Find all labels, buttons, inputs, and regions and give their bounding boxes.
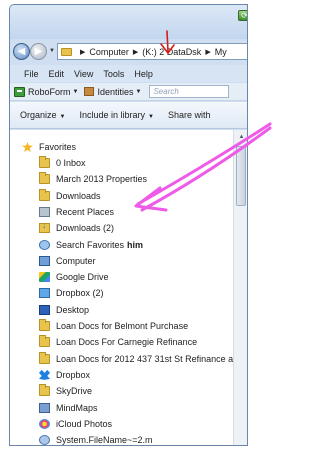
nav-item[interactable]: Google Drive bbox=[39, 269, 109, 285]
nav-item[interactable]: Loan Docs for Belmont Purchase bbox=[39, 318, 188, 334]
chevron-down-icon[interactable]: ▼ bbox=[73, 89, 79, 95]
nav-item-tag: him bbox=[127, 239, 144, 250]
share-with-button[interactable]: Share with bbox=[168, 110, 211, 120]
nav-item[interactable]: Loan Docs For Carnegie Refinance bbox=[39, 334, 197, 350]
search-icon bbox=[39, 435, 50, 445]
nav-item[interactable]: Recent Places bbox=[39, 204, 114, 220]
menu-bar: File Edit View Tools Help bbox=[10, 65, 247, 82]
star-icon bbox=[22, 142, 33, 152]
breadcrumb-computer[interactable]: Computer bbox=[89, 47, 129, 57]
dropbox-icon bbox=[39, 369, 50, 380]
folder-icon bbox=[39, 335, 50, 348]
nav-item-label: Downloads bbox=[56, 190, 101, 201]
nav-item-label: SkyDrive bbox=[56, 386, 93, 397]
nav-item-label: Desktop bbox=[56, 304, 90, 315]
organize-button[interactable]: Organize ▼ bbox=[20, 110, 65, 120]
identities-button[interactable]: Identities bbox=[97, 87, 133, 97]
scrollbar-thumb[interactable] bbox=[236, 146, 246, 206]
nav-item-label: Computer bbox=[56, 255, 96, 266]
breadcrumb-my[interactable]: My bbox=[215, 47, 227, 57]
dropbox-icon bbox=[39, 288, 50, 299]
nav-item-label: Loan Docs for Belmont Purchase bbox=[56, 321, 189, 331]
identities-icon bbox=[84, 87, 95, 96]
folder-icon bbox=[39, 172, 50, 185]
nav-item[interactable]: Downloads (2) bbox=[39, 220, 114, 236]
organize-label: Organize bbox=[20, 110, 57, 120]
nav-item[interactable]: 0 Inbox bbox=[39, 155, 86, 171]
menu-view[interactable]: View bbox=[74, 69, 93, 79]
forward-button[interactable]: ▶ bbox=[30, 43, 47, 60]
chevron-right-icon[interactable]: ▶ bbox=[205, 48, 210, 56]
desktop-icon bbox=[39, 304, 50, 315]
nav-item-label: Dropbox (2) bbox=[56, 288, 104, 299]
nav-item[interactable]: SkyDrive bbox=[39, 383, 92, 399]
scroll-up-arrow-icon[interactable]: ▲ bbox=[236, 130, 247, 144]
downloads-icon bbox=[39, 221, 50, 234]
nav-item-label: System.FileName~=2.m bbox=[56, 435, 153, 446]
nav-item-label: Google Drive bbox=[56, 272, 109, 283]
folder-icon bbox=[61, 47, 72, 56]
back-button[interactable]: ◀ bbox=[13, 43, 30, 60]
nav-item-label: Downloads (2) bbox=[56, 223, 115, 234]
nav-item-label: MindMaps bbox=[56, 402, 98, 413]
menu-edit[interactable]: Edit bbox=[49, 69, 65, 79]
roboform-icon bbox=[14, 86, 25, 97]
google-drive-icon bbox=[39, 272, 50, 283]
nav-item[interactable]: System.FileName~=2.m bbox=[39, 432, 153, 446]
include-in-library-button[interactable]: Include in library ▼ bbox=[79, 110, 153, 120]
address-row: ◀ ▶ ▼ ▶ Computer ▶ (K:) 2 DataDsk ▶ My bbox=[10, 39, 247, 63]
recent-pages-dropdown-icon[interactable]: ▼ bbox=[49, 48, 55, 54]
roboform-search-input[interactable]: Search bbox=[149, 85, 230, 98]
computer-icon bbox=[39, 255, 50, 266]
folder-icon bbox=[39, 319, 50, 331]
nav-item-label: Loan Docs for 2012 437 31st St Refinance… bbox=[56, 353, 233, 364]
roboform-button[interactable]: RoboForm bbox=[28, 87, 71, 97]
nav-item-label: Search Favorites bbox=[56, 239, 125, 250]
search-icon bbox=[39, 239, 50, 250]
chevron-right-icon[interactable]: ▶ bbox=[133, 48, 138, 56]
recent-places-icon bbox=[39, 206, 50, 217]
nav-item[interactable]: Search Favorites him bbox=[39, 237, 143, 253]
explorer-window: ⟳ ◀ ▶ ▼ ▶ Computer ▶ (K:) 2 DataDsk ▶ My… bbox=[9, 4, 248, 446]
chevron-down-icon: ▼ bbox=[59, 114, 66, 120]
nav-item[interactable]: iCloud Photos bbox=[39, 416, 112, 432]
folder-icon bbox=[39, 351, 50, 364]
nav-item-label: iCloud Photos bbox=[56, 418, 113, 429]
nav-item[interactable]: Computer bbox=[39, 253, 96, 269]
nav-item-label: 0 Inbox bbox=[56, 158, 86, 168]
icloud-photos-icon bbox=[39, 418, 50, 429]
address-bar[interactable]: ▶ Computer ▶ (K:) 2 DataDsk ▶ My bbox=[57, 43, 247, 60]
folder-icon bbox=[39, 384, 50, 397]
navigation-pane: Favorites 0 Inbox March 2013 Properties Do… bbox=[10, 130, 233, 446]
chevron-down-icon: ▼ bbox=[148, 114, 154, 120]
favorites-label: Favorites bbox=[39, 142, 77, 152]
vertical-scrollbar[interactable]: ▲ bbox=[233, 130, 247, 445]
folder-icon bbox=[39, 188, 50, 201]
menu-help[interactable]: Help bbox=[134, 69, 153, 79]
breadcrumb-drive[interactable]: (K:) 2 DataDsk bbox=[142, 47, 201, 57]
command-bar: Organize ▼ Include in library ▼ Share with bbox=[10, 102, 247, 129]
nav-item-label: Dropbox bbox=[56, 369, 91, 380]
chevron-right-icon[interactable]: ▶ bbox=[80, 48, 85, 56]
chevron-down-icon[interactable]: ▼ bbox=[136, 89, 142, 95]
tray-icon[interactable]: ⟳ bbox=[238, 10, 247, 21]
nav-item[interactable]: Loan Docs for 2012 437 31st St Refinance… bbox=[39, 351, 233, 367]
share-with-label: Share with bbox=[167, 110, 211, 120]
menu-tools[interactable]: Tools bbox=[103, 69, 124, 79]
nav-item[interactable]: March 2013 Properties bbox=[39, 171, 147, 187]
roboform-toolbar: RoboForm ▼ Identities ▼ Search bbox=[10, 83, 247, 101]
nav-item-label: Recent Places bbox=[56, 206, 115, 217]
mindmaps-icon bbox=[39, 402, 50, 413]
nav-item-label: Loan Docs For Carnegie Refinance bbox=[56, 337, 198, 348]
favorites-header[interactable]: Favorites bbox=[22, 139, 76, 155]
include-in-library-label: Include in library bbox=[79, 110, 146, 120]
nav-item[interactable]: Dropbox bbox=[39, 367, 90, 383]
nav-item[interactable]: Dropbox (2) bbox=[39, 285, 104, 301]
menu-file[interactable]: File bbox=[24, 69, 39, 79]
nav-item[interactable]: Downloads bbox=[39, 188, 101, 204]
nav-item[interactable]: MindMaps bbox=[39, 400, 98, 416]
folder-icon bbox=[39, 156, 50, 168]
nav-item-label: March 2013 Properties bbox=[56, 174, 148, 185]
nav-item[interactable]: Desktop bbox=[39, 302, 89, 318]
